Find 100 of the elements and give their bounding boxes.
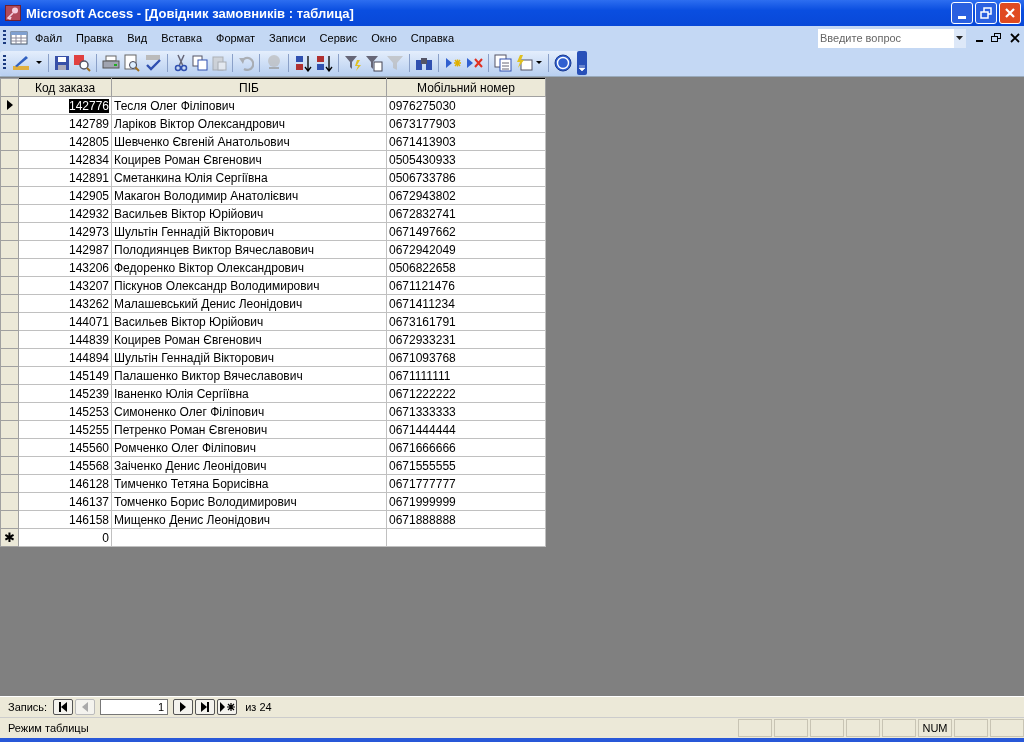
- help-search-field[interactable]: Введите вопрос: [818, 28, 954, 48]
- menu-item[interactable]: Сервис: [312, 32, 365, 44]
- sort-ascending-icon[interactable]: [294, 54, 312, 72]
- table-cell: 0671777777: [386, 474, 546, 493]
- database-window-icon[interactable]: [494, 54, 512, 72]
- record-number-field[interactable]: 1: [100, 699, 169, 715]
- close-button[interactable]: [999, 2, 1021, 24]
- printer-icon[interactable]: [102, 55, 120, 71]
- record-count: из 24: [245, 701, 272, 713]
- table-cell: 0505430933: [386, 150, 546, 169]
- table-cell: 0: [18, 528, 112, 547]
- table-cell: 0976275030: [386, 96, 546, 115]
- table-cell: 0671999999: [386, 492, 546, 511]
- table-cell: 145253: [18, 402, 112, 421]
- first-record-icon: [58, 702, 69, 712]
- table-cell: 0671888888: [386, 510, 546, 529]
- menu-item[interactable]: Вид: [120, 32, 155, 44]
- save-icon[interactable]: [54, 55, 70, 71]
- menu-item[interactable]: Записи: [262, 32, 313, 44]
- new-record-icon[interactable]: [444, 55, 462, 71]
- table-cell: 142932: [18, 204, 112, 223]
- table-cell: Шультін Геннадій Вікторович: [111, 348, 387, 367]
- status-pane: [846, 719, 880, 737]
- table-cell: 143262: [18, 294, 112, 313]
- table-cell: 0671121476: [386, 276, 546, 295]
- table-cell: Коцирев Роман Євгенович: [111, 330, 387, 349]
- status-pane: [954, 719, 988, 737]
- table-cell: 145255: [18, 420, 112, 439]
- first-record-button[interactable]: [53, 699, 74, 715]
- table-cell: Ромченко Олег Філіпович: [111, 438, 387, 457]
- table-cell: 144071: [18, 312, 112, 331]
- status-pane: [990, 719, 1024, 737]
- column-header[interactable]: ПІБ: [111, 78, 387, 97]
- table-cell: 143207: [18, 276, 112, 295]
- table-cell: Томченко Борис Володимирович: [111, 492, 387, 511]
- column-header[interactable]: Мобільний номер: [386, 78, 546, 97]
- table-cell: 0506733786: [386, 168, 546, 187]
- table-cell: Сметанкина Юлія Сергіївна: [111, 168, 387, 187]
- table-cell: 144894: [18, 348, 112, 367]
- table-cell: 144839: [18, 330, 112, 349]
- grip-handle[interactable]: [3, 30, 6, 46]
- print-preview-icon[interactable]: [123, 54, 141, 72]
- filter-form-icon[interactable]: [365, 54, 383, 72]
- last-record-button[interactable]: [195, 699, 216, 715]
- table-cell: 0671222222: [386, 384, 546, 403]
- menu-item[interactable]: Вставка: [154, 32, 209, 44]
- table-cell: 0672832741: [386, 204, 546, 223]
- current-record-icon: [6, 99, 13, 110]
- column-header[interactable]: Код заказа: [18, 78, 112, 97]
- filter-icon[interactable]: [344, 54, 362, 72]
- sort-descending-icon[interactable]: [315, 54, 333, 72]
- status-pane: [774, 719, 808, 737]
- dropdown-arrow-icon[interactable]: [956, 35, 964, 41]
- table-cell: Федоренко Віктор Олександрович: [111, 258, 387, 277]
- restore-icon[interactable]: [991, 33, 1002, 43]
- key-icon: [5, 5, 21, 21]
- menu-item[interactable]: Формат: [209, 32, 263, 44]
- table-cell: Макагон Володимир Анатолієвич: [111, 186, 387, 205]
- close-icon[interactable]: [1010, 33, 1020, 43]
- table-cell: Піскунов Олександр Володимирович: [111, 276, 387, 295]
- minimize-icon: [958, 15, 966, 19]
- table-cell: Тимченко Тетяна Борисівна: [111, 474, 387, 493]
- caret-icon[interactable]: [536, 61, 543, 65]
- table-cell: 0672933231: [386, 330, 546, 349]
- search-icon[interactable]: [73, 54, 91, 72]
- table-cell: 0671555555: [386, 456, 546, 475]
- minimize-button[interactable]: [951, 2, 973, 24]
- delete-record-icon[interactable]: [465, 55, 483, 71]
- copy-icon[interactable]: [192, 55, 208, 71]
- restore-button[interactable]: [975, 2, 997, 24]
- new-record-button[interactable]: [217, 699, 238, 715]
- table-cell: 0671093768: [386, 348, 546, 367]
- menu-item[interactable]: Окно: [364, 32, 404, 44]
- caret-icon[interactable]: [36, 61, 43, 65]
- table-cell: Іваненко Юлія Сергіївна: [111, 384, 387, 403]
- table-cell: 0671413903: [386, 132, 546, 151]
- table-cell: 145149: [18, 366, 112, 385]
- table-cell: 142805: [18, 132, 112, 151]
- table-cell: Заіченко Денис Леонідович: [111, 456, 387, 475]
- table-cell: Симоненко Олег Філіпович: [111, 402, 387, 421]
- table-cell: Тесля Олег Філіпович: [111, 96, 387, 115]
- table-cell: Шевченко Євгеній Анатольович: [111, 132, 387, 151]
- table-cell: Мищенко Денис Леонідович: [111, 510, 387, 529]
- menu-item[interactable]: Справка: [403, 32, 461, 44]
- num-lock-indicator: NUM: [918, 719, 952, 737]
- scissors-icon[interactable]: [173, 54, 189, 72]
- status-text: Режим таблицы: [7, 722, 90, 734]
- table-cell: 0671666666: [386, 438, 546, 457]
- table-cell: Полодиянцев Виктор Вячеславович: [111, 240, 387, 259]
- menu-item[interactable]: Правка: [69, 32, 121, 44]
- menu-item[interactable]: Файл: [28, 32, 70, 44]
- next-record-button[interactable]: [173, 699, 194, 715]
- next-record-icon: [179, 702, 188, 712]
- table-cell: 142776: [18, 96, 112, 115]
- spell-check-icon[interactable]: [144, 54, 162, 72]
- table-cell: 142987: [18, 240, 112, 259]
- table-cell: Петренко Роман Євгенович: [111, 420, 387, 439]
- table-cell: 146128: [18, 474, 112, 493]
- toolbar-options-icon[interactable]: [577, 51, 587, 75]
- corner-cell[interactable]: [0, 78, 19, 97]
